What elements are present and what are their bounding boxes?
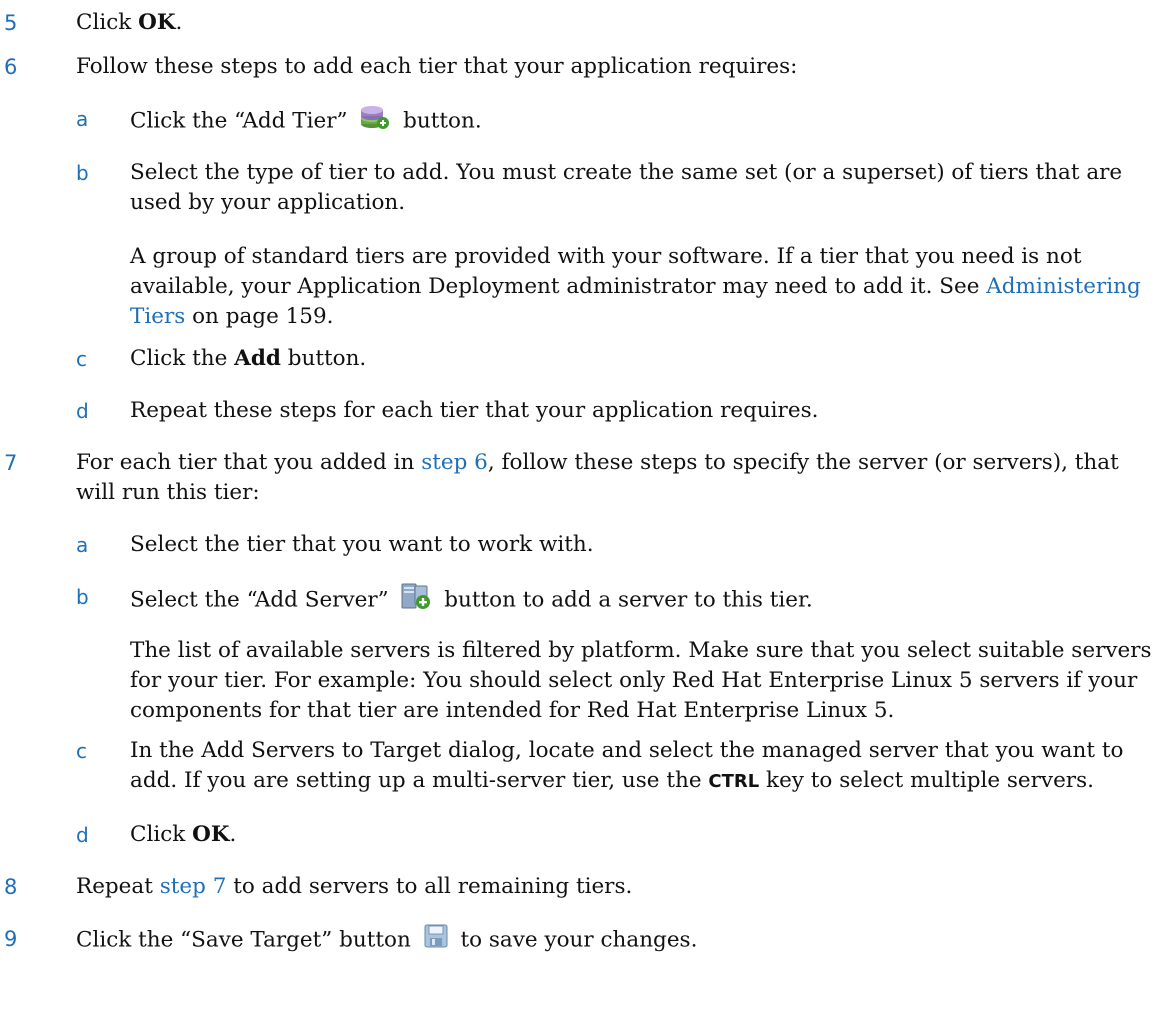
step-number: 8	[4, 875, 18, 899]
step-8: 8 Repeat step 7 to add servers to all re…	[4, 872, 1152, 902]
step-text-end: to add servers to all remaining tiers.	[226, 874, 633, 899]
substep-text: Select the tier that you want to work wi…	[130, 532, 594, 557]
substep-text: Click the “Add Tier”	[130, 108, 348, 134]
step-7: 7 For each tier that you added in step 6…	[4, 448, 1152, 508]
substep-text-end: key to select multiple servers.	[759, 768, 1094, 793]
substep-text-end: button.	[403, 108, 482, 134]
substep-letter: d	[76, 823, 89, 847]
substep-text: Repeat these steps for each tier that yo…	[130, 398, 819, 423]
substep-letter: c	[76, 347, 87, 371]
step-number: 9	[4, 927, 18, 951]
step-7b-note: The list of available servers is filtere…	[130, 636, 1152, 726]
substep-text-end: button.	[280, 346, 367, 371]
step-5: 5 Click OK.	[4, 8, 1152, 38]
add-server-icon[interactable]	[401, 582, 431, 619]
add-tier-icon[interactable]	[360, 104, 390, 139]
substep-text: Select the type of tier to add. You must…	[130, 160, 1123, 215]
ok-label: OK	[192, 822, 230, 847]
substep-letter: b	[76, 585, 89, 609]
note-text: The list of available servers is filtere…	[130, 638, 1152, 723]
note-text: A group of standard tiers are provided w…	[130, 244, 1082, 299]
step-7d: d Click OK.	[76, 820, 1152, 850]
substep-text: Click	[130, 822, 193, 847]
substep-text-end: .	[229, 822, 237, 847]
step-7c: c In the Add Servers to Target dialog, l…	[76, 736, 1152, 797]
step-6b-note: A group of standard tiers are provided w…	[130, 242, 1152, 332]
step-text: Repeat	[76, 874, 160, 899]
step-number: 6	[4, 55, 18, 79]
substep-text: Click the	[130, 346, 235, 371]
step-7b: b Select the “Add Server” button to add …	[76, 582, 1152, 619]
step-6c: c Click the Add button.	[76, 344, 1152, 374]
step-number: 5	[4, 11, 18, 35]
step-number: 7	[4, 451, 18, 475]
ctrl-key-label: CTRL	[708, 771, 760, 792]
substep-text: Select the “Add Server”	[130, 587, 389, 613]
ok-label: OK	[138, 10, 176, 35]
note-text-end: on page 159.	[185, 304, 334, 329]
step-6d: d Repeat these steps for each tier that …	[76, 396, 1152, 426]
substep-letter: a	[76, 107, 89, 131]
step-7-link[interactable]: step 7	[160, 874, 227, 899]
step-9: 9 Click the “Save Target” button to save…	[4, 924, 1152, 957]
step-6b: b Select the type of tier to add. You mu…	[76, 158, 1152, 218]
step-6a: a Click the “Add Tier” button.	[76, 104, 1152, 139]
substep-letter: d	[76, 399, 89, 423]
step-text: For each tier that you added in	[76, 450, 422, 475]
step-text: Click the “Save Target” button	[76, 927, 411, 953]
substep-letter: a	[76, 533, 89, 557]
substep-text-end: button to add a server to this tier.	[444, 587, 813, 613]
substep-letter: c	[76, 739, 87, 763]
step-text-end: to save your changes.	[460, 927, 698, 953]
step-text: Follow these steps to add each tier that…	[76, 54, 798, 79]
step-text-end: .	[175, 10, 183, 35]
step-text: Click	[76, 10, 139, 35]
step-6: 6 Follow these steps to add each tier th…	[4, 52, 1152, 82]
step-7a: a Select the tier that you want to work …	[76, 530, 1152, 560]
substep-letter: b	[76, 161, 89, 185]
step-6-link[interactable]: step 6	[421, 450, 488, 475]
add-label: Add	[234, 346, 281, 371]
save-target-icon[interactable]	[424, 924, 448, 957]
